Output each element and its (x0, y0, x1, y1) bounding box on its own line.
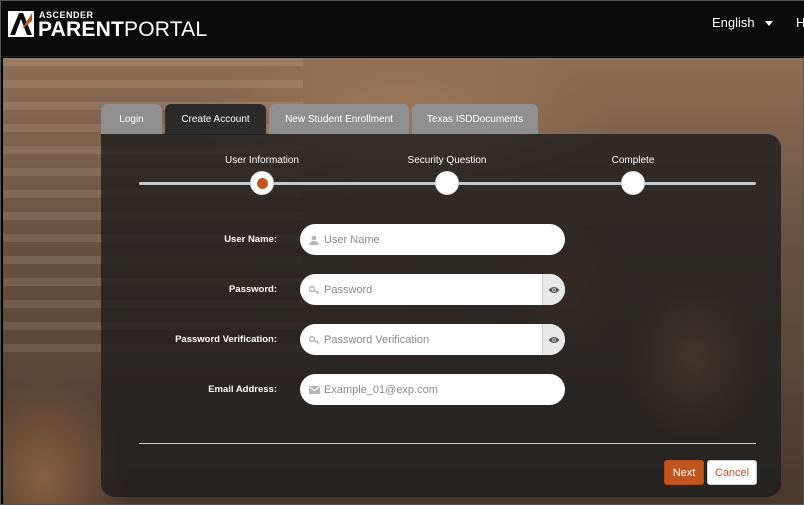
cancel-button[interactable]: Cancel (707, 460, 757, 485)
brand-title: PARENTPORTAL (38, 18, 207, 42)
help-menu[interactable]: H (796, 15, 804, 30)
tab-login[interactable]: Login (101, 104, 162, 134)
language-selector[interactable]: English (712, 15, 773, 30)
password-verification-input[interactable] (322, 324, 542, 355)
username-label: User Name: (224, 234, 277, 245)
username-field (300, 224, 565, 255)
password-field (300, 274, 565, 305)
password-input[interactable] (322, 274, 542, 305)
eye-icon (548, 336, 560, 343)
step-dot-complete (621, 171, 645, 195)
chevron-down-icon (764, 20, 773, 26)
brand-title-light: PORTAL (123, 18, 208, 41)
username-input[interactable] (322, 224, 565, 255)
eye-icon (548, 286, 560, 293)
password-verification-field (300, 324, 565, 355)
tab-create-account[interactable]: Create Account (165, 104, 266, 135)
step-label-security-question: Security Question (407, 155, 487, 166)
step-dot-security-question (435, 171, 459, 195)
user-icon (300, 235, 322, 245)
step-label-user-information: User Information (225, 155, 299, 166)
brand-title-bold: PARENT (38, 18, 124, 41)
password-verification-label: Password Verification: (175, 334, 277, 345)
next-button[interactable]: Next (664, 460, 704, 485)
step-label-complete: Complete (611, 155, 655, 166)
envelope-icon (300, 385, 322, 394)
email-field (300, 374, 565, 405)
key-icon (300, 335, 322, 345)
top-header: ASCENDER PARENTPORTAL English H (1, 1, 804, 57)
ascender-logo-icon (8, 11, 34, 37)
key-icon (300, 285, 322, 295)
form-divider (139, 443, 756, 444)
password-label: Password: (228, 284, 277, 295)
tab-new-student-enrollment[interactable]: New Student Enrollment (269, 104, 409, 134)
email-label: Email Address: (208, 384, 277, 395)
step-dot-user-information (250, 171, 274, 195)
language-label: English (712, 15, 755, 30)
email-input[interactable] (322, 374, 565, 405)
tab-texas-isd-documents[interactable]: Texas ISDDocuments (412, 104, 538, 134)
